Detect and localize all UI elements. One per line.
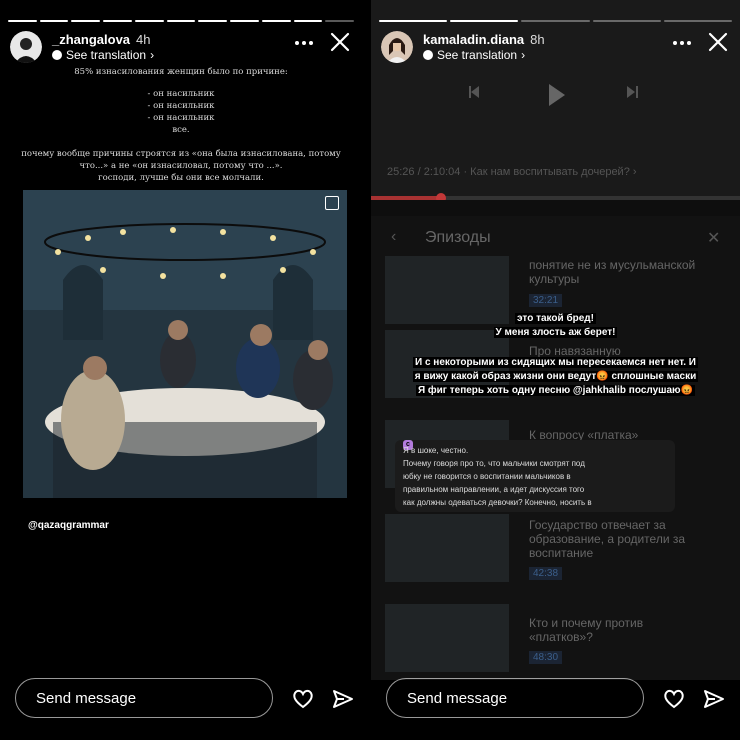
video-screenshot-background: 25:26 / 2:10:04 · Как нам воспитывать до… — [371, 0, 740, 680]
episode-title: Кто и почему против «платков»? — [529, 616, 644, 644]
episode-title: Государство отвечает за образование, а р… — [529, 518, 686, 560]
episode-duration: 42:38 — [529, 567, 563, 580]
story-progress-bar — [379, 20, 733, 22]
avatar[interactable] — [381, 31, 413, 63]
comment-line: Почему говоря про то, что мальчики смотр… — [403, 459, 585, 468]
source-handle[interactable]: @qazaqgrammar — [28, 520, 109, 531]
multi-media-icon — [325, 196, 339, 210]
heart-icon[interactable] — [291, 687, 315, 711]
avatar[interactable] — [10, 31, 42, 63]
story-header: kamaladin.diana 8h See translation › — [381, 30, 730, 66]
overlay-line: Я фиг теперь хоть одну песню @jahkhalib … — [415, 385, 696, 396]
episode-title: понятие не из мусульманской культуры — [529, 258, 696, 286]
story-overlay-text: И с некоторыми из сидящих мы пересекаемс… — [381, 356, 730, 398]
story-divider — [362, 0, 371, 740]
post-text-intro: 85% изнасилования женщин было по причине… — [74, 67, 288, 77]
more-options-icon[interactable] — [294, 34, 314, 52]
chevron-right-icon: › — [150, 48, 155, 62]
overlay-line: И с некоторыми из сидящих мы пересекаемс… — [413, 357, 698, 368]
send-message-input[interactable]: Send message — [15, 678, 273, 718]
post-text-list: - он насильник - он насильник - он насил… — [147, 89, 215, 135]
video-timestamp: 25:26 / 2:10:04 · Как нам воспитывать до… — [387, 166, 637, 178]
story-right: 25:26 / 2:10:04 · Как нам воспитывать до… — [371, 0, 740, 740]
episode-duration: 48:30 — [529, 651, 563, 664]
comment-line: правильном направлении, а идет дискуссия… — [403, 485, 585, 494]
send-message-input[interactable]: Send message — [386, 678, 644, 718]
share-icon[interactable] — [331, 687, 355, 711]
story-progress-bar — [8, 20, 355, 22]
see-translation-label: See translation — [437, 48, 518, 62]
share-icon[interactable] — [702, 687, 726, 711]
story-footer: Send message — [371, 678, 740, 740]
episode-thumbnail — [385, 514, 509, 582]
episode-duration: 32:21 — [529, 294, 563, 307]
chevron-right-icon: › — [521, 48, 526, 62]
send-message-placeholder: Send message — [36, 690, 137, 707]
translate-icon — [52, 50, 62, 60]
post-time: 4h — [136, 32, 151, 47]
comment-line: как должны одеваться девочки? Конечно, н… — [403, 498, 592, 507]
chevron-left-icon: ‹ — [391, 228, 397, 245]
story-photo — [23, 190, 347, 498]
episodes-close-icon: ✕ — [707, 230, 721, 247]
story-header: _zhangalova 4h See translation › — [10, 30, 352, 66]
close-icon[interactable] — [328, 30, 352, 54]
close-icon[interactable] — [706, 30, 730, 54]
more-options-icon[interactable] — [672, 34, 692, 52]
story-overlay-text: это такой бред! У меня злость аж берет! — [381, 312, 730, 340]
translate-icon — [423, 50, 433, 60]
comment-line: юбку не говорится о воспитании мальчиков… — [403, 472, 571, 481]
comment-line: Я в шоке, честно. — [403, 446, 469, 455]
overlay-line: я вижу какой образ жизни они ведут😡 спло… — [412, 371, 699, 382]
username[interactable]: kamaladin.diana 8h — [423, 32, 545, 47]
see-translation-button[interactable]: See translation › — [423, 48, 525, 62]
send-message-placeholder: Send message — [407, 690, 508, 707]
overlay-line: У меня злость аж берет! — [493, 327, 618, 338]
quoted-comment: c Я в шоке, честно. Почему говоря про то… — [395, 440, 675, 512]
heart-icon[interactable] — [662, 687, 686, 711]
overlay-line: это такой бред! — [515, 313, 596, 324]
story-left: _zhangalova 4h See translation › 85% изна… — [0, 0, 362, 740]
episode-thumbnail — [385, 604, 509, 672]
story-footer: Send message — [0, 678, 362, 740]
see-translation-label: See translation — [66, 48, 147, 62]
post-text-conclusion: почему вообще причины строятся из «она б… — [21, 149, 341, 183]
post-time: 8h — [530, 32, 545, 47]
username[interactable]: _zhangalova 4h — [52, 32, 151, 47]
episodes-title: Эпизоды — [425, 229, 491, 246]
see-translation-button[interactable]: See translation › — [52, 48, 154, 62]
